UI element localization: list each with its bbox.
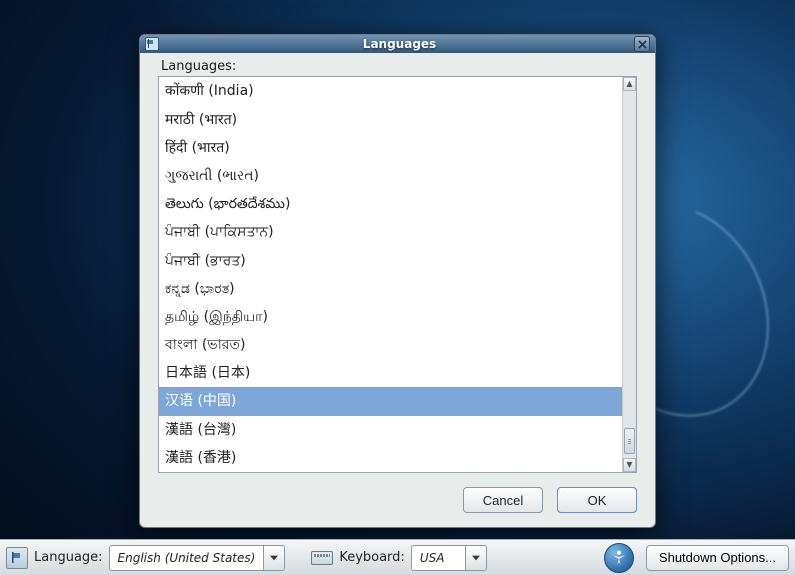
cancel-button[interactable]: Cancel [463,487,543,513]
close-icon [638,40,647,49]
chevron-down-icon[interactable] [465,545,487,571]
scroll-thumb[interactable] [624,428,635,454]
ok-button[interactable]: OK [557,487,637,513]
dialog-title: Languages [165,37,634,51]
list-item[interactable]: 日本語 (日本) [159,359,622,387]
list-item[interactable]: ગુજરાતી (ભારત) [159,162,622,190]
languages-list-label: Languages: [161,59,637,74]
list-item[interactable]: मराठी (भारत) [159,106,622,134]
bottom-panel: Language: English (United States) Keyboa… [0,539,795,575]
list-item[interactable]: ಕನ್ನಡ (ಭಾರತ) [159,275,622,303]
chevron-down-icon[interactable] [263,545,285,571]
close-button[interactable] [634,36,650,52]
dialog-titlebar[interactable]: Languages [140,35,655,53]
keyboard-select[interactable]: USA [411,545,487,571]
accessibility-button[interactable] [604,543,634,573]
list-item[interactable]: 汉语 (中国) [159,387,622,415]
list-item[interactable]: தமிழ் (இந்தியா) [159,303,622,331]
list-item[interactable]: 漢語 (台灣) [159,416,622,444]
list-item[interactable]: हिंदी (भारत) [159,134,622,162]
language-label: Language: [34,550,103,565]
language-select[interactable]: English (United States) [109,545,286,571]
scroll-down-button[interactable]: ▼ [623,458,636,472]
language-value: English (United States) [109,545,264,571]
scroll-up-button[interactable]: ▲ [623,77,636,91]
languages-dialog: Languages Languages: कोंकणी (India)मराठी… [139,34,656,528]
flag-icon [145,37,159,51]
languages-list[interactable]: कोंकणी (India)मराठी (भारत)हिंदी (भारत)ગુ… [159,77,622,472]
accessibility-icon [610,549,628,567]
scrollbar[interactable]: ▲ ▼ [622,77,636,472]
list-item[interactable]: বাংলা (ভারত) [159,331,622,359]
keyboard-value: USA [411,545,465,571]
list-item[interactable]: ਪੰਜਾਬੀ (ਪਾਕਿਸਤਾਨ) [159,218,622,246]
languages-listbox: कोंकणी (India)मराठी (भारत)हिंदी (भारत)ગુ… [158,76,637,473]
list-item[interactable]: 漢語 (香港) [159,444,622,472]
flag-icon [6,547,28,569]
keyboard-label: Keyboard: [339,550,405,565]
list-item[interactable]: తెలుగు (భారతదేశము) [159,190,622,218]
list-item[interactable]: कोंकणी (India) [159,77,622,105]
shutdown-options-button[interactable]: Shutdown Options... [646,545,789,571]
keyboard-icon [311,551,333,565]
list-item[interactable]: ਪੰਜਾਬੀ (ਭਾਰਤ) [159,247,622,275]
